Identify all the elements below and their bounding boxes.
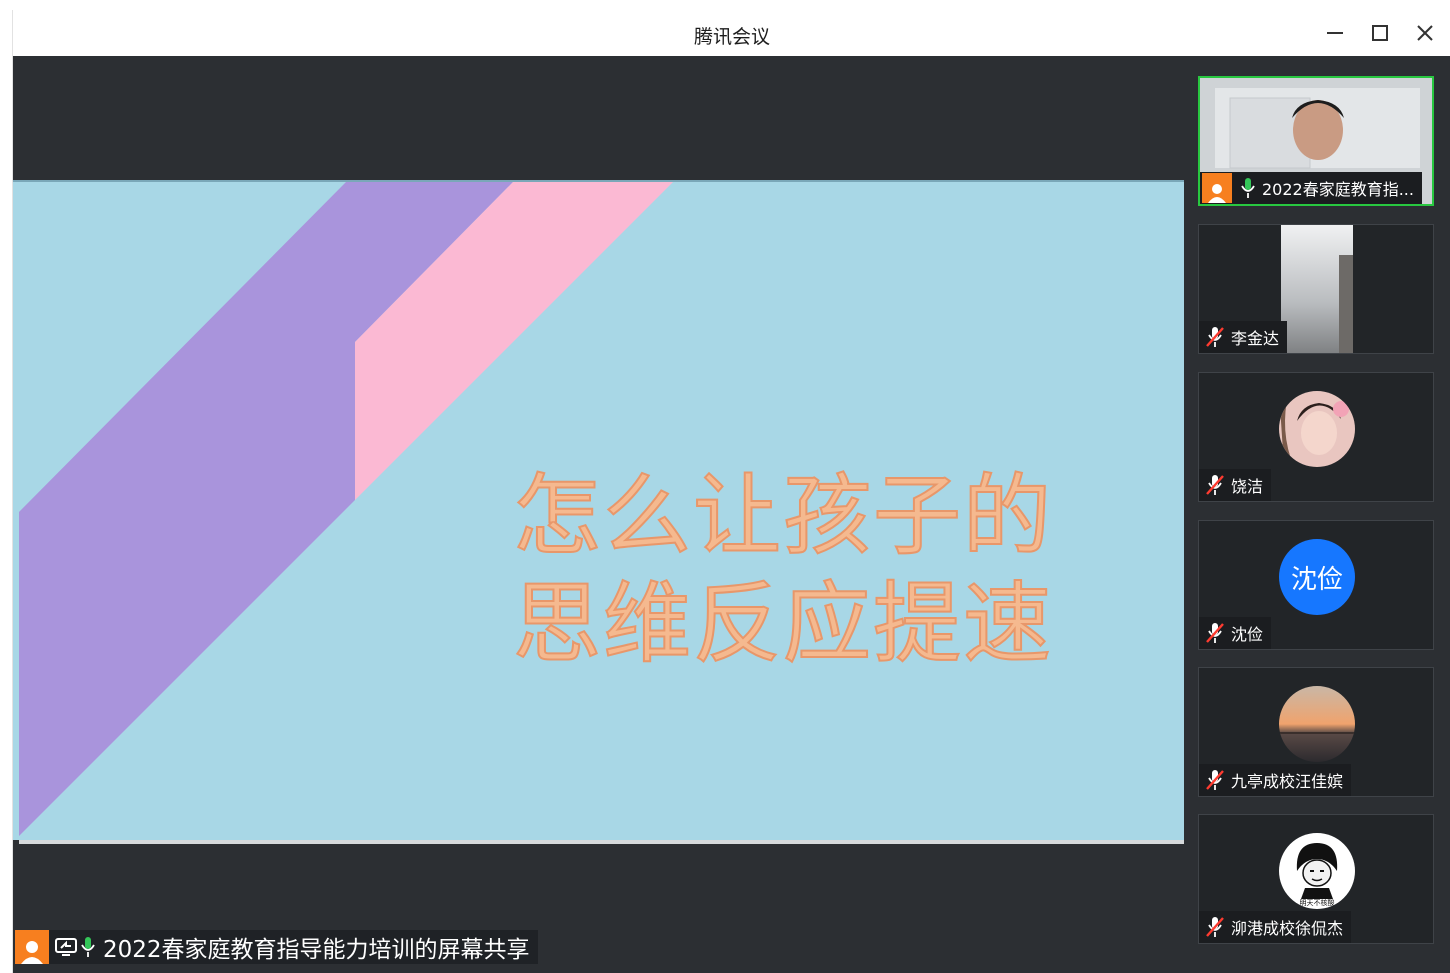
participant-avatar-meme: 明天不核酸	[1279, 833, 1355, 909]
meme-caption: 明天不核酸	[1300, 898, 1335, 907]
screen-share-label: 2022春家庭教育指导能力培训的屏幕共享	[103, 937, 530, 963]
minimize-icon	[1327, 32, 1343, 34]
screen-share-icon	[55, 936, 77, 958]
participant-name-tag: 沈俭	[1199, 617, 1272, 649]
participant-name-tag: 泖港成校徐侃杰	[1199, 911, 1352, 943]
close-icon	[1417, 25, 1433, 41]
participant-avatar-sunset	[1279, 686, 1355, 762]
participant-name-tag: 2022春家庭教育指...	[1200, 172, 1422, 204]
mic-on-icon	[81, 936, 97, 958]
mic-off-icon	[1205, 474, 1225, 496]
user-icon	[1202, 173, 1232, 203]
participant-name-tag: 饶洁	[1199, 469, 1272, 501]
maximize-button[interactable]	[1368, 21, 1392, 45]
participant-name-tag: 李金达	[1199, 321, 1288, 353]
meeting-window: 腾讯会议 怎么让孩子的 思维反应提速 2022春家庭教育指导能力培训的屏幕共享 …	[12, 10, 1450, 973]
slide-title: 怎么让孩子的 思维反应提速	[512, 462, 1073, 678]
mic-off-icon	[1205, 622, 1225, 644]
close-button[interactable]	[1413, 21, 1437, 45]
mic-off-icon	[1205, 326, 1225, 348]
window-title: 腾讯会议	[693, 26, 770, 48]
participant-tile[interactable]: 2022春家庭教育指...	[1198, 76, 1434, 206]
minimize-button[interactable]	[1323, 21, 1347, 45]
participant-name: 李金达	[1231, 329, 1280, 348]
title-bar: 腾讯会议	[13, 10, 1450, 56]
participant-camera-video	[1281, 225, 1353, 353]
slide-title-line1: 怎么让孩子的	[512, 463, 1054, 568]
maximize-icon	[1372, 25, 1388, 41]
participant-initials-avatar: 沈俭	[1279, 539, 1355, 615]
user-icon	[15, 930, 49, 964]
shared-screen-area[interactable]: 怎么让孩子的 思维反应提速 2022春家庭教育指导能力培训的屏幕共享	[13, 56, 1184, 973]
participant-panel: 2022春家庭教育指... 李金达 饶洁 沈俭 沈俭 九亭成校汪佳嫔 明天不核酸…	[1184, 56, 1450, 973]
participant-name: 泖港成校徐侃杰	[1231, 919, 1344, 938]
mic-off-icon	[1205, 916, 1225, 938]
participant-tile[interactable]: 沈俭 沈俭	[1198, 520, 1434, 650]
participant-name-tag: 九亭成校汪佳嫔	[1199, 764, 1352, 796]
participant-avatar-photo	[1279, 391, 1355, 467]
slide-bottom-border	[19, 840, 1184, 844]
participant-tile[interactable]: 饶洁	[1198, 372, 1434, 502]
screen-share-label-bar: 2022春家庭教育指导能力培训的屏幕共享	[15, 930, 538, 964]
mic-on-icon	[1240, 177, 1256, 199]
participant-tile[interactable]: 明天不核酸 泖港成校徐侃杰	[1198, 814, 1434, 944]
participant-name: 九亭成校汪佳嫔	[1231, 772, 1344, 791]
participant-name: 饶洁	[1231, 477, 1264, 496]
participant-tile[interactable]: 九亭成校汪佳嫔	[1198, 667, 1434, 797]
mic-off-icon	[1205, 769, 1225, 791]
presentation-slide: 怎么让孩子的 思维反应提速	[13, 182, 1184, 840]
participant-name: 2022春家庭教育指...	[1262, 180, 1414, 199]
participant-name: 沈俭	[1231, 625, 1264, 644]
participant-tile[interactable]: 李金达	[1198, 224, 1434, 354]
slide-title-line2: 思维反应提速	[512, 571, 1054, 676]
